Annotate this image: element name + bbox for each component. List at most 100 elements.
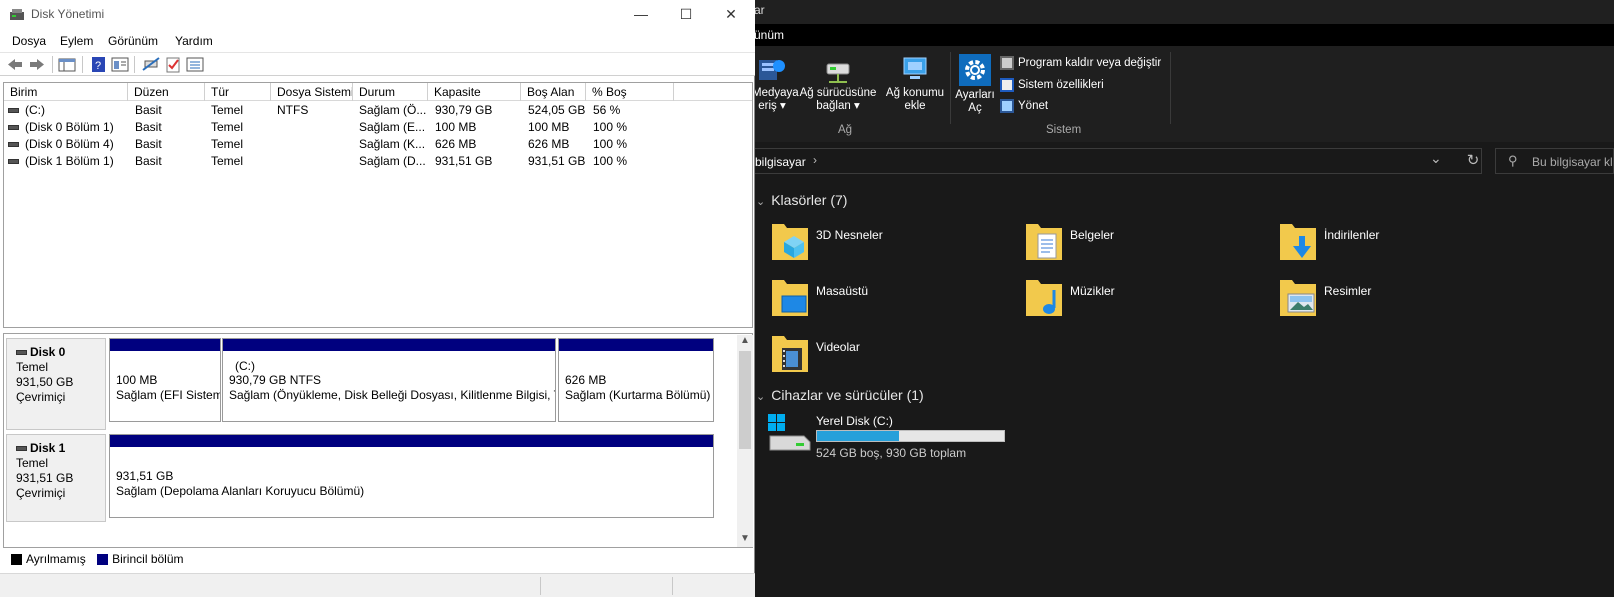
folder-name: Masaüstü — [816, 284, 869, 298]
column-header-type[interactable]: Tür — [205, 83, 271, 101]
partition-efi[interactable]: 100 MB Sağlam (EFI Sistem — [109, 338, 221, 422]
console-tree-icon[interactable] — [58, 56, 76, 73]
partition-size: 100 MB — [116, 373, 158, 387]
partition-status: Sağlam (Önyükleme, Disk Belleği Dosyası,… — [229, 388, 556, 402]
folder-item[interactable]: İndirilenler — [1278, 220, 1538, 266]
scroll-up-icon[interactable]: ▲ — [740, 335, 750, 346]
system-properties-button[interactable]: Sistem özellikleri — [1000, 78, 1104, 92]
devices-header-label: Cihazlar ve sürücüler (1) — [771, 387, 924, 403]
address-dropdown-icon[interactable]: ⌄ — [1430, 150, 1442, 167]
legend: Ayrılmamış Birincil bölüm — [3, 552, 753, 570]
status-cell: Sağlam (D... — [359, 154, 426, 168]
partition-storage-spaces[interactable]: 931,51 GB Sağlam (Depolama Alanları Koru… — [109, 434, 714, 518]
disk-1-size: 931,51 GB — [16, 471, 74, 485]
folders-section-header[interactable]: ⌄ Klasörler (7) — [756, 192, 847, 208]
partition-recovery[interactable]: 626 MB Sağlam (Kurtarma Bölümü) — [558, 338, 714, 422]
folder-item[interactable]: Müzikler — [1024, 276, 1284, 322]
menu-help[interactable]: Yardım — [175, 34, 213, 48]
manage-label: Yönet — [1018, 100, 1049, 112]
help-icon[interactable]: ? — [90, 56, 108, 73]
open-settings-button[interactable]: Ayarları Aç — [954, 54, 996, 115]
close-button[interactable]: ✕ — [716, 4, 746, 24]
toolbar-separator — [52, 56, 53, 73]
partition-size: 626 MB — [565, 373, 607, 387]
volume-name-cell: (Disk 0 Bölüm 4) — [4, 137, 128, 151]
minimize-button[interactable]: — — [626, 4, 656, 24]
scroll-down-icon[interactable]: ▼ — [740, 533, 750, 544]
status-cell: Sağlam (K... — [359, 137, 426, 151]
folder-item[interactable]: Videolar — [770, 332, 1030, 378]
settings-list-icon[interactable] — [186, 56, 204, 73]
column-header-layout[interactable]: Düzen — [128, 83, 205, 101]
column-header-free-space[interactable]: Boş Alan — [521, 83, 586, 101]
maximize-button[interactable]: ☐ — [671, 4, 701, 24]
disk-0-size: 931,50 GB — [16, 375, 74, 389]
address-bar[interactable]: bilgisayar › — [740, 148, 1482, 174]
column-header-percent-free[interactable]: % Boş — [586, 83, 674, 101]
media-access-button[interactable]: Medyaya eriş ▾ — [752, 54, 799, 113]
menu-bar: Dosya Eylem Görünüm Yardım — [0, 30, 755, 52]
column-header-filesystem[interactable]: Dosya Sistemi — [271, 83, 353, 101]
window-title: Disk Yönetimi — [31, 7, 105, 21]
status-separator — [540, 577, 541, 595]
drive-usage-fill — [817, 431, 899, 441]
legend-unallocated: Ayrılmamış — [26, 552, 86, 566]
local-disk-c-item[interactable]: Yerel Disk (C:) 524 GB boş, 930 GB topla… — [766, 412, 1026, 462]
dm-titlebar[interactable]: Disk Yönetimi — ☐ ✕ — [0, 0, 755, 30]
desktop: ar ünüm Medyaya eriş ▾ Ağ sürücüsüne bağ… — [0, 0, 1614, 597]
folder-item[interactable]: Belgeler — [1024, 220, 1284, 266]
partition-status: Sağlam (Depolama Alanları Koruyucu Bölüm… — [116, 484, 365, 498]
add-location-label-1: Ağ konumu — [885, 87, 945, 99]
folders-header-label: Klasörler (7) — [771, 192, 848, 208]
add-network-location-button[interactable]: Ağ konumu ekle — [882, 56, 948, 113]
properties-icon[interactable] — [111, 56, 129, 73]
manage-button[interactable]: Yönet — [1000, 99, 1048, 113]
toolbar: ? — [0, 52, 755, 76]
free-space-cell: 100 MB — [528, 120, 570, 134]
graph-scrollbar[interactable]: ▲ ▼ — [737, 335, 753, 547]
type-cell: Temel — [211, 137, 244, 151]
disk-1-header[interactable]: Disk 1 Temel 931,51 GB Çevrimiçi — [6, 434, 106, 522]
map-network-drive-button[interactable]: Ağ sürücüsüne bağlan ▾ — [798, 60, 878, 113]
forward-arrow-icon[interactable] — [28, 56, 46, 73]
folder-item[interactable]: Resimler — [1278, 276, 1538, 322]
uninstall-program-button[interactable]: Program kaldır veya değiştir — [1000, 56, 1161, 70]
tab-view[interactable]: ünüm — [754, 28, 784, 42]
capacity-cell: 931,51 GB — [435, 154, 493, 168]
disk-1-type: Temel — [16, 456, 49, 470]
volume-row[interactable]: (Disk 0 Bölüm 4) Basit Temel Sağlam (K..… — [4, 135, 752, 152]
breadcrumb-chevron-icon[interactable]: › — [813, 153, 817, 167]
network-group-label: Ağ — [838, 124, 853, 136]
search-box[interactable]: ⚲ Bu bilgisayar kl — [1495, 148, 1614, 174]
column-header-status[interactable]: Durum — [353, 83, 428, 101]
system-properties-label: Sistem özellikleri — [1018, 79, 1104, 91]
menu-view[interactable]: Görünüm — [108, 34, 158, 48]
column-header-volume[interactable]: Birim — [4, 83, 128, 101]
back-arrow-icon[interactable] — [6, 56, 24, 73]
column-header-capacity[interactable]: Kapasite — [428, 83, 521, 101]
manage-computer-icon — [1000, 99, 1014, 113]
connect-disk-icon[interactable] — [142, 56, 160, 73]
menu-file[interactable]: Dosya — [12, 34, 46, 48]
partition-c[interactable]: (C:) 930,79 GB NTFS Sağlam (Önyükleme, D… — [222, 338, 556, 422]
folder-name: Resimler — [1324, 284, 1372, 298]
disk-management-app-icon — [10, 9, 24, 20]
volume-name-cell: (Disk 0 Bölüm 1) — [4, 120, 128, 134]
menu-action[interactable]: Eylem — [60, 34, 93, 48]
primary-partition-bar — [110, 435, 713, 447]
scrollbar-thumb[interactable] — [739, 351, 751, 449]
ribbon-separator — [1170, 52, 1171, 124]
refresh-button[interactable]: ↻ — [1460, 148, 1486, 174]
filesystem-cell: NTFS — [277, 103, 309, 117]
rescan-checklist-icon[interactable] — [164, 56, 182, 73]
type-cell: Temel — [211, 120, 244, 134]
volume-row[interactable]: (Disk 0 Bölüm 1) Basit Temel Sağlam (E..… — [4, 118, 752, 135]
folder-item[interactable]: 3D Nesneler — [770, 220, 1030, 266]
disk-0-header[interactable]: Disk 0 Temel 931,50 GB Çevrimiçi — [6, 338, 106, 430]
disk-0-state: Çevrimiçi — [16, 390, 66, 404]
volume-row[interactable]: (Disk 1 Bölüm 1) Basit Temel Sağlam (D..… — [4, 152, 752, 169]
folder-item[interactable]: Masaüstü — [770, 276, 1030, 322]
volume-row[interactable]: (C:) Basit Temel NTFS Sağlam (Ö... 930,7… — [4, 101, 752, 118]
devices-section-header[interactable]: ⌄ Cihazlar ve sürücüler (1) — [756, 387, 924, 403]
ribbon-separator — [950, 52, 951, 124]
